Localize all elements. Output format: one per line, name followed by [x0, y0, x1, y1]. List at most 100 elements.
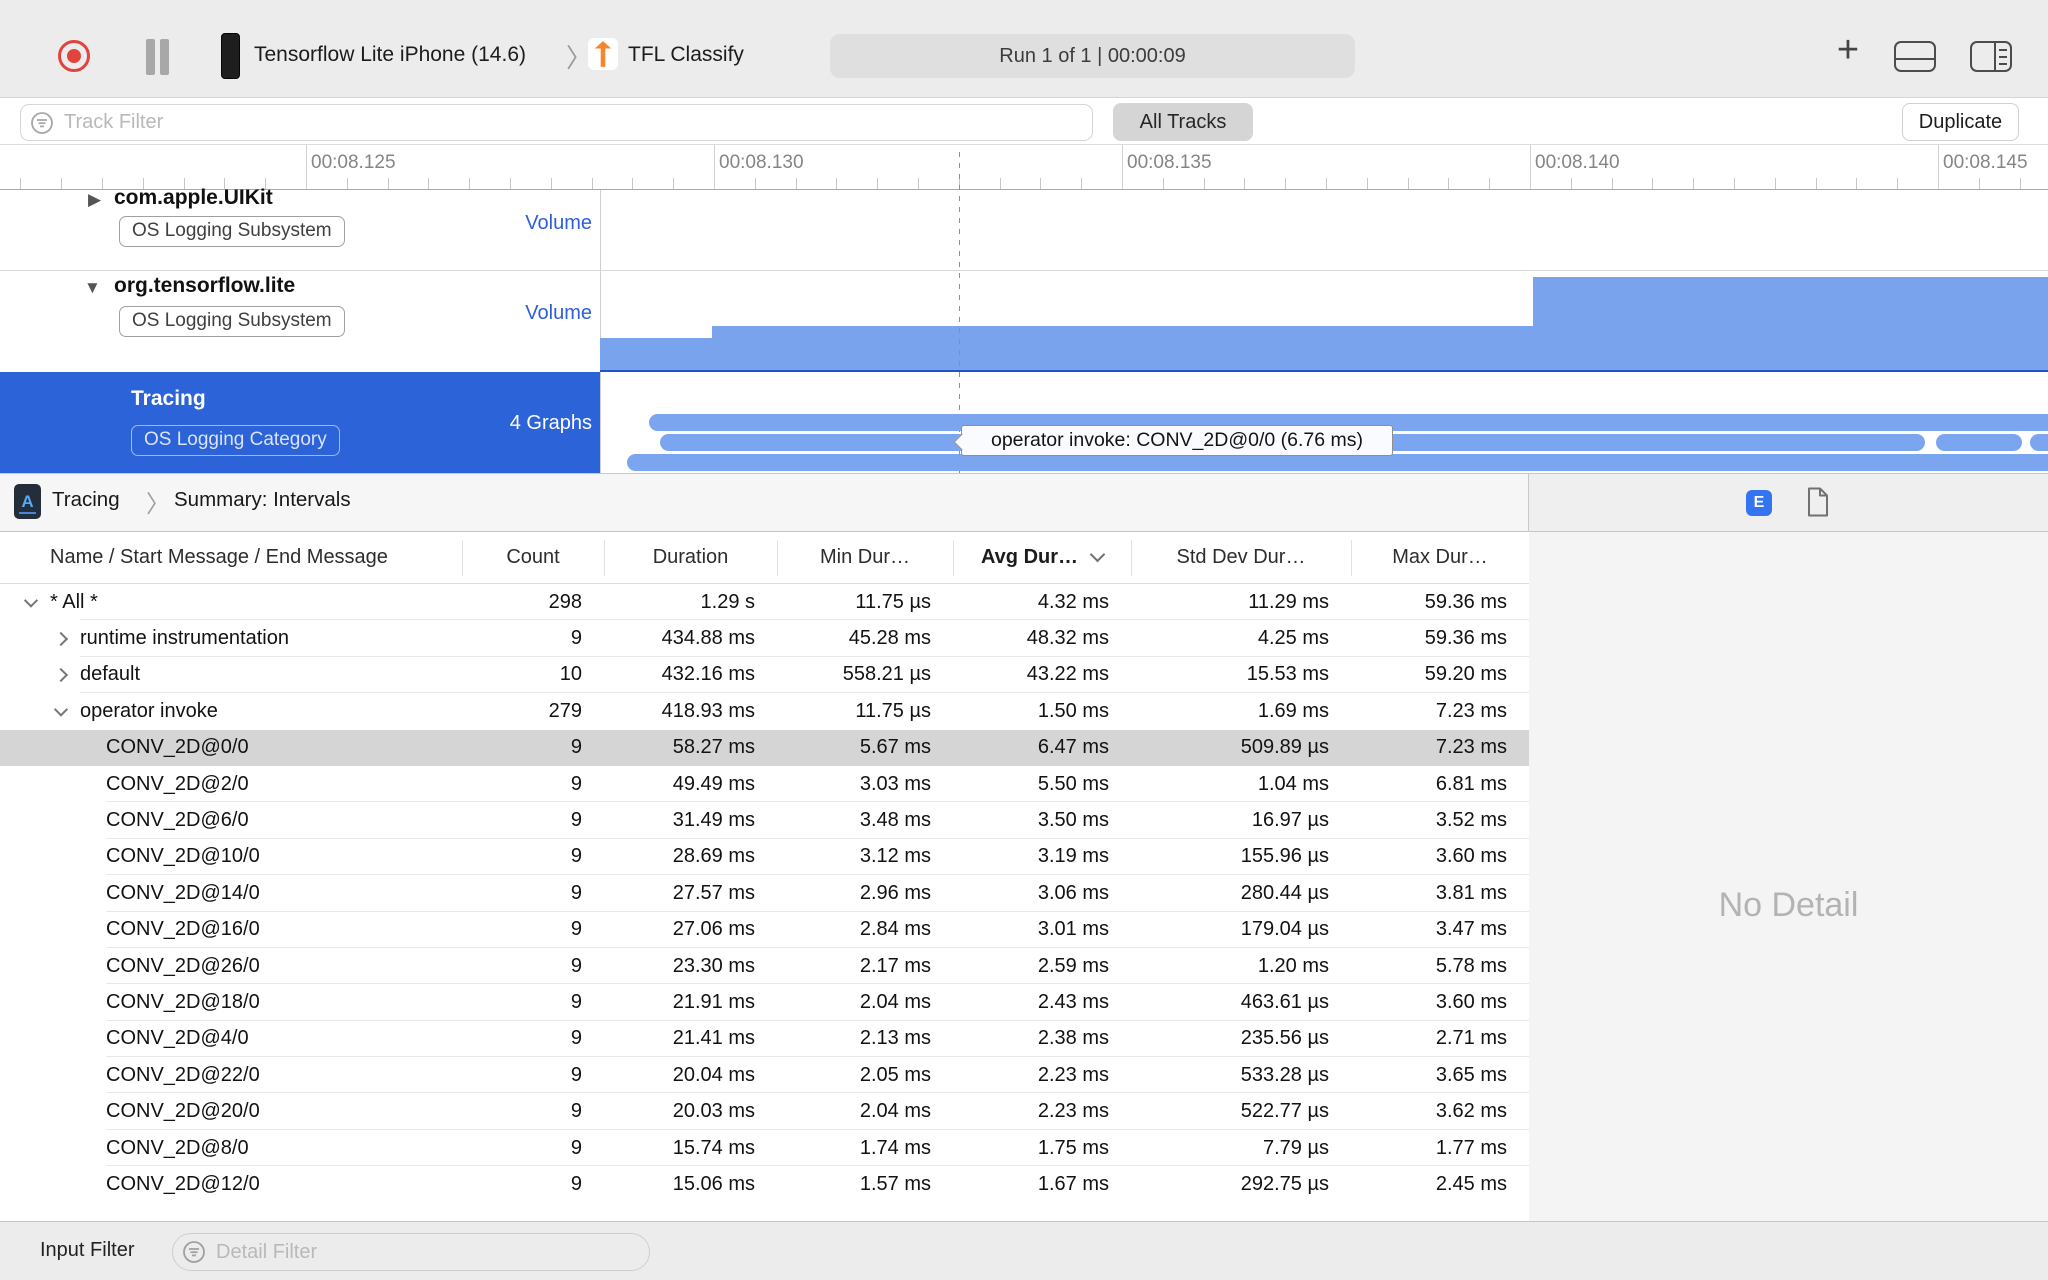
column-header-duration[interactable]: Duration: [604, 532, 777, 583]
ruler-minor-tick: [1366, 178, 1368, 189]
row-std-value: 179.04 µs: [1240, 918, 1329, 941]
row-chevron-down-icon[interactable]: [53, 702, 69, 718]
row-min-value: 2.17 ms: [859, 954, 931, 977]
add-instrument-button[interactable]: +: [1828, 29, 1868, 71]
track-title: Tracing: [131, 387, 206, 410]
row-chevron-right-icon[interactable]: [53, 631, 69, 646]
duplicate-button[interactable]: Duplicate: [1902, 103, 2019, 141]
ruler-minor-tick: [1040, 178, 1042, 189]
column-separator[interactable]: [1131, 540, 1132, 576]
table-row[interactable]: CONV_2D@0/0 9 58.27 ms 5.67 ms 6.47 ms 509.89…: [0, 729, 1529, 766]
row-name: CONV_2D@2/0: [106, 772, 249, 795]
row-count-value: 9: [570, 881, 582, 904]
track-filter-input[interactable]: [64, 111, 921, 134]
row-std-value: 7.79 µs: [1262, 1136, 1329, 1159]
table-row[interactable]: CONV_2D@2/0 9 49.49 ms 3.03 ms 5.50 ms 1.04 m…: [0, 766, 1529, 803]
row-min-value: 3.12 ms: [859, 845, 931, 868]
time-ruler[interactable]: 00:08.125 00:08.130 00:08.135 00:08.140 00:0…: [0, 144, 2048, 190]
bottom-bar: Input Filter: [0, 1221, 2048, 1280]
table-row[interactable]: operator invoke 279 418.93 ms 11.75 µs 1.50 …: [0, 693, 1529, 729]
ruler-minor-tick: [428, 178, 430, 189]
row-name: CONV_2D@14/0: [106, 881, 260, 904]
interval-bar[interactable]: [627, 454, 2048, 471]
row-avg-value: 2.23 ms: [1037, 1063, 1109, 1086]
record-button[interactable]: [58, 40, 90, 72]
table-row[interactable]: CONV_2D@26/0 9 23.30 ms 2.17 ms 2.59 ms 1.20 …: [0, 948, 1529, 985]
table-row[interactable]: default 10 432.16 ms 558.21 µs 43.22 ms 15.53…: [0, 657, 1529, 694]
column-separator[interactable]: [462, 540, 463, 576]
pause-button[interactable]: [146, 39, 170, 75]
ruler-minor-tick: [1774, 178, 1776, 189]
track-sidebar-divider[interactable]: [600, 190, 601, 473]
column-separator[interactable]: [777, 540, 778, 576]
interval-bar[interactable]: [1936, 434, 2022, 451]
disclosure-expanded-icon[interactable]: ▼: [84, 278, 101, 298]
track-row-tracing[interactable]: Tracing OS Logging Category 4 Graphs: [0, 372, 600, 473]
table-row[interactable]: CONV_2D@6/0 9 31.49 ms 3.48 ms 3.50 ms 16.97 …: [0, 802, 1529, 839]
column-separator[interactable]: [953, 540, 954, 576]
table-row[interactable]: * All * 298 1.29 s 11.75 µs 4.32 ms 11.29 ms 5…: [0, 584, 1529, 621]
device-target-label[interactable]: Tensorflow Lite iPhone (14.6): [254, 43, 526, 67]
breadcrumb-instrument[interactable]: Tracing: [52, 488, 120, 512]
track-badge: OS Logging Category: [131, 425, 340, 456]
column-header-label: Min Dur…: [819, 546, 910, 568]
row-chevron-down-icon[interactable]: [23, 593, 39, 608]
row-duration-value: 20.03 ms: [672, 1100, 755, 1123]
disclosure-collapsed-icon[interactable]: ▶: [88, 190, 101, 210]
column-header-count[interactable]: Count: [462, 532, 604, 583]
ruler-minor-tick: [1978, 178, 1980, 189]
row-count-value: 9: [570, 736, 582, 759]
row-avg-value: 2.23 ms: [1037, 1100, 1109, 1123]
table-row[interactable]: CONV_2D@20/0 9 20.03 ms 2.04 ms 2.23 ms 522.7…: [0, 1093, 1529, 1130]
column-separator[interactable]: [604, 540, 605, 576]
table-row[interactable]: CONV_2D@12/0 9 15.06 ms 1.57 ms 1.67 ms 292.7…: [0, 1166, 1529, 1202]
tracing-row-topline: [600, 370, 2048, 372]
row-duration-value: 20.04 ms: [672, 1063, 755, 1086]
ruler-minor-tick: [1570, 178, 1572, 189]
row-std-value: 16.97 µs: [1251, 809, 1329, 832]
table-row[interactable]: CONV_2D@10/0 9 28.69 ms 3.12 ms 3.19 ms 155.9…: [0, 839, 1529, 876]
column-separator[interactable]: [1351, 540, 1352, 576]
detail-panel-header: E: [1529, 473, 2048, 532]
breadcrumb-view[interactable]: Summary: Intervals: [174, 488, 351, 512]
row-min-value: 1.57 ms: [859, 1172, 931, 1195]
track-title: com.apple.UIKit: [114, 186, 273, 209]
table-row[interactable]: CONV_2D@18/0 9 21.91 ms 2.04 ms 2.43 ms 463.6…: [0, 984, 1529, 1021]
row-duration-value: 21.91 ms: [672, 990, 755, 1013]
row-min-value: 2.04 ms: [859, 990, 931, 1013]
column-header-mindur[interactable]: Min Dur…: [777, 532, 953, 583]
ruler-minor-tick: [1326, 178, 1327, 189]
row-name: CONV_2D@16/0: [106, 918, 260, 941]
interval-bar[interactable]: [2030, 434, 2048, 451]
ruler-minor-tick: [20, 178, 22, 189]
process-label[interactable]: TFL Classify: [628, 43, 744, 67]
table-row[interactable]: CONV_2D@22/0 9 20.04 ms 2.05 ms 2.23 ms 533.2…: [0, 1057, 1529, 1094]
extended-detail-icon[interactable]: E: [1746, 490, 1772, 516]
table-row[interactable]: CONV_2D@4/0 9 21.41 ms 2.13 ms 2.38 ms 235.56…: [0, 1021, 1529, 1058]
column-header-avgdur[interactable]: Avg Dur…: [953, 532, 1131, 583]
table-row[interactable]: CONV_2D@8/0 9 15.74 ms 1.74 ms 1.75 ms 7.79 µ…: [0, 1130, 1529, 1167]
row-avg-value: 6.47 ms: [1037, 736, 1109, 759]
tracing-instrument-icon[interactable]: A: [14, 484, 41, 519]
row-avg-value: 2.38 ms: [1037, 1027, 1109, 1050]
row-avg-value: 1.50 ms: [1037, 699, 1109, 722]
row-duration-value: 31.49 ms: [672, 809, 755, 832]
ruler-minor-tick: [1285, 178, 1287, 189]
row-chevron-right-icon[interactable]: [53, 667, 69, 683]
table-row[interactable]: CONV_2D@14/0 9 27.57 ms 2.96 ms 3.06 ms 280.4…: [0, 875, 1529, 912]
column-header-name[interactable]: Name / Start Message / End Message: [0, 532, 462, 583]
table-row[interactable]: runtime instrumentation 9 434.88 ms 45.28 m…: [0, 620, 1529, 657]
toggle-bottom-panel-icon[interactable]: [1894, 41, 1936, 72]
column-header-maxdur[interactable]: Max Dur…: [1351, 532, 1529, 583]
toggle-right-panel-icon[interactable]: [1970, 41, 2012, 72]
detail-filter-input[interactable]: [216, 1240, 597, 1264]
track-filter-field[interactable]: [20, 104, 1093, 141]
document-icon[interactable]: [1806, 487, 1830, 517]
table-row[interactable]: CONV_2D@16/0 9 27.06 ms 2.84 ms 3.01 ms 179.0…: [0, 912, 1529, 948]
all-tracks-button[interactable]: All Tracks: [1113, 103, 1253, 141]
row-std-value: 463.61 µs: [1240, 990, 1329, 1013]
row-count-value: 298: [548, 590, 582, 613]
row-std-value: 4.25 ms: [1257, 627, 1329, 650]
detail-filter-field[interactable]: [172, 1233, 650, 1271]
column-header-stddevdur[interactable]: Std Dev Dur…: [1131, 532, 1351, 583]
